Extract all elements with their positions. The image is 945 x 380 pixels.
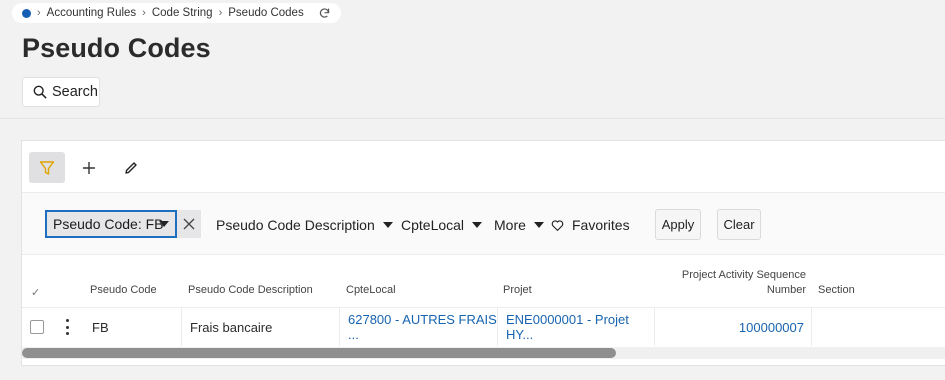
chip-label: Pseudo Code: FB <box>53 216 164 232</box>
breadcrumb: › Accounting Rules › Code String › Pseud… <box>12 3 341 23</box>
close-icon <box>183 218 195 230</box>
favorites-button[interactable]: Favorites <box>551 217 630 233</box>
scrollbar-thumb[interactable] <box>22 348 616 358</box>
plus-icon <box>83 161 95 174</box>
add-button[interactable] <box>71 152 107 183</box>
header-activity-seq-line2[interactable]: Number <box>662 284 806 296</box>
filter-cptelocal-label: CpteLocal <box>401 217 465 233</box>
cell-description: Frais bancaire <box>182 308 340 346</box>
chevron-right-icon: › <box>142 7 146 19</box>
pseudo-codes-panel: Pseudo Code: FB Pseudo Code Description … <box>21 140 945 366</box>
refresh-icon[interactable] <box>318 7 331 20</box>
cell-projet-link[interactable]: ENE0000001 - Projet HY... <box>498 308 655 346</box>
filter-more[interactable]: More <box>494 217 544 233</box>
search-button[interactable]: Search <box>22 77 100 107</box>
breadcrumb-pseudo-codes[interactable]: Pseudo Codes <box>228 7 303 19</box>
search-label: Search <box>52 84 98 100</box>
divider <box>0 118 945 119</box>
home-dot-icon[interactable] <box>22 8 31 18</box>
caret-down-icon <box>472 222 483 228</box>
header-description[interactable]: Pseudo Code Description <box>188 284 313 296</box>
header-cptelocal[interactable]: CpteLocal <box>346 284 396 296</box>
cell-activity-seq-link[interactable]: 100000007 <box>655 308 812 346</box>
clear-filter-button[interactable] <box>177 210 201 238</box>
pencil-icon <box>125 161 137 174</box>
row-menu-icon[interactable] <box>66 319 70 335</box>
filter-cptelocal[interactable]: CpteLocal <box>401 217 483 233</box>
header-projet[interactable]: Projet <box>503 284 532 296</box>
caret-down-icon <box>382 222 393 228</box>
edit-button[interactable] <box>113 152 149 183</box>
select-all-checkmark[interactable]: ✓ <box>31 286 40 299</box>
filter-description-label: Pseudo Code Description <box>216 217 375 233</box>
chevron-right-icon: › <box>218 7 223 19</box>
horizontal-scrollbar[interactable] <box>22 347 945 359</box>
page-title: Pseudo Codes <box>22 33 211 63</box>
header-section[interactable]: Section <box>818 284 855 296</box>
heart-icon <box>551 219 564 231</box>
table-row[interactable]: FB Frais bancaire 627800 - AUTRES FRAIS … <box>22 307 945 346</box>
clear-button[interactable]: Clear <box>717 209 761 240</box>
cell-pseudo-code: FB <box>80 308 182 346</box>
header-activity-seq-line1[interactable]: Project Activity Sequence <box>662 269 806 281</box>
caret-down-icon <box>533 222 544 228</box>
filter-icon <box>39 160 55 175</box>
filter-bar: Pseudo Code: FB Pseudo Code Description … <box>22 192 945 255</box>
cell-section <box>812 308 945 346</box>
toolbar <box>29 152 149 183</box>
header-pseudo-code[interactable]: Pseudo Code <box>90 284 157 296</box>
filter-description[interactable]: Pseudo Code Description <box>216 217 393 233</box>
breadcrumb-accounting-rules[interactable]: Accounting Rules <box>47 7 137 19</box>
apply-button[interactable]: Apply <box>655 209 701 240</box>
filter-button[interactable] <box>29 152 65 183</box>
row-checkbox[interactable] <box>30 320 44 334</box>
chevron-right-icon: › <box>37 7 41 19</box>
caret-down-icon <box>159 221 169 227</box>
filter-more-label: More <box>494 217 526 233</box>
pseudo-code-filter-chip[interactable]: Pseudo Code: FB <box>45 210 177 238</box>
breadcrumb-code-string[interactable]: Code String <box>152 7 213 19</box>
favorites-label: Favorites <box>572 217 630 233</box>
cell-cptelocal-link[interactable]: 627800 - AUTRES FRAIS ... <box>340 308 498 346</box>
search-icon <box>33 85 47 99</box>
